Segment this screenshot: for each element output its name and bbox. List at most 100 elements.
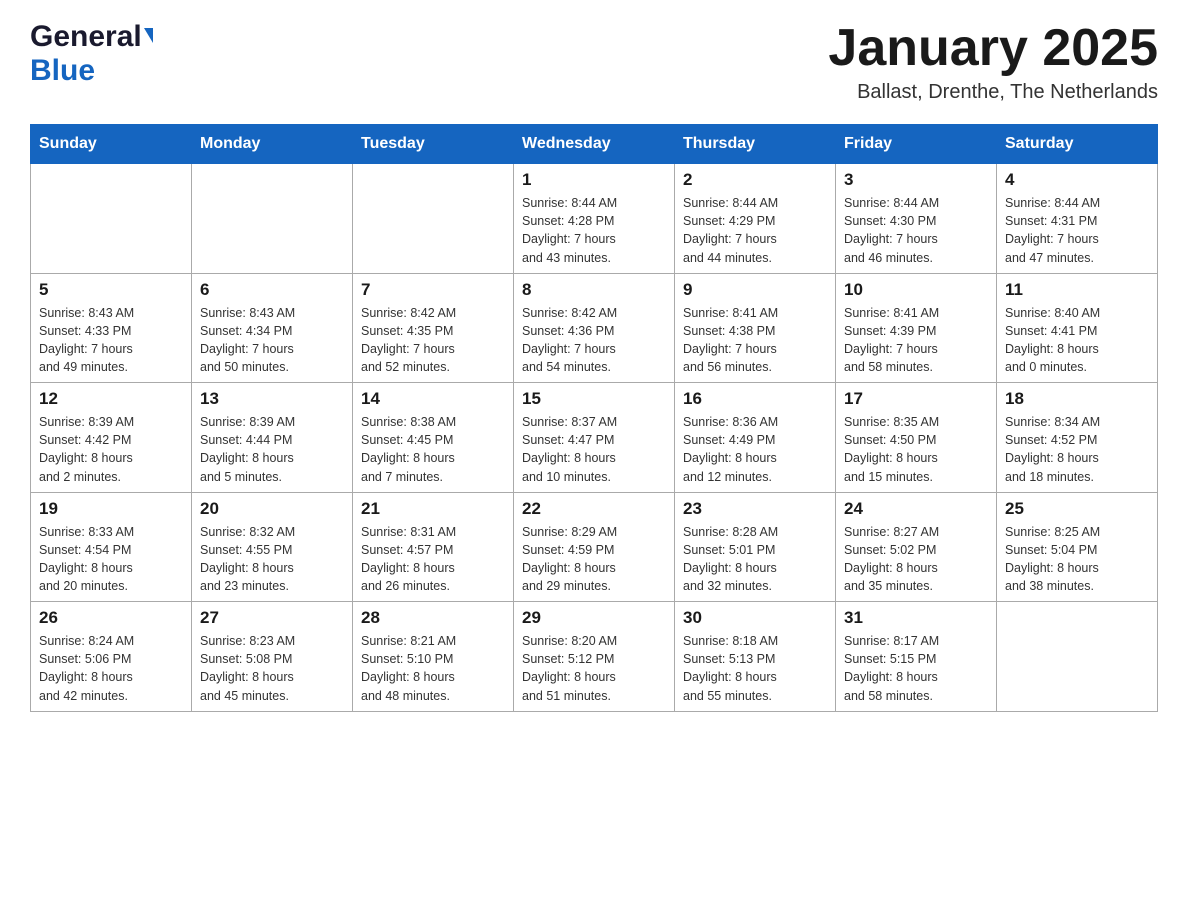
day-number: 31 — [844, 608, 988, 628]
week-row-1: 1 Sunrise: 8:44 AMSunset: 4:28 PMDaylight… — [31, 164, 1158, 274]
day-number: 14 — [361, 389, 505, 409]
day-number: 2 — [683, 170, 827, 190]
day-info: Sunrise: 8:20 AMSunset: 5:12 PMDaylight:… — [522, 632, 666, 705]
calendar-cell: 3 Sunrise: 8:44 AMSunset: 4:30 PMDaylight… — [836, 164, 997, 274]
day-number: 21 — [361, 499, 505, 519]
days-of-week-row: SundayMondayTuesdayWednesdayThursdayFrid… — [31, 125, 1158, 164]
calendar-cell — [31, 164, 192, 274]
day-info: Sunrise: 8:44 AMSunset: 4:28 PMDaylight:… — [522, 194, 666, 267]
day-info: Sunrise: 8:36 AMSunset: 4:49 PMDaylight:… — [683, 413, 827, 486]
day-number: 7 — [361, 280, 505, 300]
day-info: Sunrise: 8:24 AMSunset: 5:06 PMDaylight:… — [39, 632, 183, 705]
page-header: General Blue January 2025 Ballast, Drent… — [30, 20, 1158, 104]
day-number: 11 — [1005, 280, 1149, 300]
calendar-cell: 15 Sunrise: 8:37 AMSunset: 4:47 PMDayligh… — [514, 383, 675, 493]
day-info: Sunrise: 8:41 AMSunset: 4:39 PMDaylight:… — [844, 304, 988, 377]
day-info: Sunrise: 8:44 AMSunset: 4:31 PMDaylight:… — [1005, 194, 1149, 267]
day-number: 12 — [39, 389, 183, 409]
calendar-cell: 17 Sunrise: 8:35 AMSunset: 4:50 PMDayligh… — [836, 383, 997, 493]
day-number: 1 — [522, 170, 666, 190]
calendar-cell: 11Sunrise: 8:40 AMSunset: 4:41 PMDayligh… — [997, 273, 1158, 383]
day-number: 25 — [1005, 499, 1149, 519]
calendar-cell: 12 Sunrise: 8:39 AMSunset: 4:42 PMDayligh… — [31, 383, 192, 493]
day-info: Sunrise: 8:42 AMSunset: 4:36 PMDaylight:… — [522, 304, 666, 377]
day-number: 17 — [844, 389, 988, 409]
day-number: 3 — [844, 170, 988, 190]
calendar-cell: 16 Sunrise: 8:36 AMSunset: 4:49 PMDayligh… — [675, 383, 836, 493]
week-row-5: 26 Sunrise: 8:24 AMSunset: 5:06 PMDayligh… — [31, 602, 1158, 712]
day-info: Sunrise: 8:34 AMSunset: 4:52 PMDaylight:… — [1005, 413, 1149, 486]
day-info: Sunrise: 8:43 AMSunset: 4:33 PMDaylight:… — [39, 304, 183, 377]
day-number: 26 — [39, 608, 183, 628]
calendar-cell: 1 Sunrise: 8:44 AMSunset: 4:28 PMDaylight… — [514, 164, 675, 274]
calendar-cell: 6Sunrise: 8:43 AMSunset: 4:34 PMDaylight… — [192, 273, 353, 383]
week-row-4: 19Sunrise: 8:33 AMSunset: 4:54 PMDayligh… — [31, 492, 1158, 602]
calendar-table: SundayMondayTuesdayWednesdayThursdayFrid… — [30, 124, 1158, 712]
day-info: Sunrise: 8:39 AMSunset: 4:44 PMDaylight:… — [200, 413, 344, 486]
calendar-cell: 19Sunrise: 8:33 AMSunset: 4:54 PMDayligh… — [31, 492, 192, 602]
month-title: January 2025 — [828, 20, 1158, 77]
day-number: 8 — [522, 280, 666, 300]
day-info: Sunrise: 8:38 AMSunset: 4:45 PMDaylight:… — [361, 413, 505, 486]
day-header-tuesday: Tuesday — [353, 125, 514, 164]
calendar-cell: 9Sunrise: 8:41 AMSunset: 4:38 PMDaylight… — [675, 273, 836, 383]
logo-general-text: General — [30, 20, 142, 54]
day-number: 24 — [844, 499, 988, 519]
day-info: Sunrise: 8:27 AMSunset: 5:02 PMDaylight:… — [844, 523, 988, 596]
day-info: Sunrise: 8:44 AMSunset: 4:30 PMDaylight:… — [844, 194, 988, 267]
calendar-body: 1 Sunrise: 8:44 AMSunset: 4:28 PMDaylight… — [31, 164, 1158, 712]
day-number: 22 — [522, 499, 666, 519]
day-header-sunday: Sunday — [31, 125, 192, 164]
day-number: 30 — [683, 608, 827, 628]
logo-blue-text: Blue — [30, 54, 95, 88]
day-number: 23 — [683, 499, 827, 519]
day-info: Sunrise: 8:37 AMSunset: 4:47 PMDaylight:… — [522, 413, 666, 486]
day-info: Sunrise: 8:35 AMSunset: 4:50 PMDaylight:… — [844, 413, 988, 486]
day-number: 16 — [683, 389, 827, 409]
calendar-header: SundayMondayTuesdayWednesdayThursdayFrid… — [31, 125, 1158, 164]
day-header-thursday: Thursday — [675, 125, 836, 164]
day-number: 9 — [683, 280, 827, 300]
day-info: Sunrise: 8:18 AMSunset: 5:13 PMDaylight:… — [683, 632, 827, 705]
logo: General Blue — [30, 20, 153, 88]
calendar-cell: 25Sunrise: 8:25 AMSunset: 5:04 PMDayligh… — [997, 492, 1158, 602]
calendar-cell: 14 Sunrise: 8:38 AMSunset: 4:45 PMDayligh… — [353, 383, 514, 493]
day-info: Sunrise: 8:39 AMSunset: 4:42 PMDaylight:… — [39, 413, 183, 486]
calendar-cell — [353, 164, 514, 274]
title-area: January 2025 Ballast, Drenthe, The Nethe… — [828, 20, 1158, 104]
calendar-cell: 13 Sunrise: 8:39 AMSunset: 4:44 PMDayligh… — [192, 383, 353, 493]
calendar-cell: 24 Sunrise: 8:27 AMSunset: 5:02 PMDayligh… — [836, 492, 997, 602]
calendar-cell — [997, 602, 1158, 712]
calendar-cell: 10 Sunrise: 8:41 AMSunset: 4:39 PMDayligh… — [836, 273, 997, 383]
day-header-monday: Monday — [192, 125, 353, 164]
day-number: 29 — [522, 608, 666, 628]
location-subtitle: Ballast, Drenthe, The Netherlands — [828, 81, 1158, 104]
day-number: 28 — [361, 608, 505, 628]
day-info: Sunrise: 8:17 AMSunset: 5:15 PMDaylight:… — [844, 632, 988, 705]
day-number: 15 — [522, 389, 666, 409]
day-number: 19 — [39, 499, 183, 519]
day-number: 13 — [200, 389, 344, 409]
calendar-cell: 30 Sunrise: 8:18 AMSunset: 5:13 PMDayligh… — [675, 602, 836, 712]
day-info: Sunrise: 8:43 AMSunset: 4:34 PMDaylight:… — [200, 304, 344, 377]
calendar-cell: 22 Sunrise: 8:29 AMSunset: 4:59 PMDayligh… — [514, 492, 675, 602]
calendar-cell: 4 Sunrise: 8:44 AMSunset: 4:31 PMDaylight… — [997, 164, 1158, 274]
day-info: Sunrise: 8:29 AMSunset: 4:59 PMDaylight:… — [522, 523, 666, 596]
logo-arrow-icon — [144, 28, 153, 43]
day-info: Sunrise: 8:21 AMSunset: 5:10 PMDaylight:… — [361, 632, 505, 705]
week-row-3: 12 Sunrise: 8:39 AMSunset: 4:42 PMDayligh… — [31, 383, 1158, 493]
calendar-cell — [192, 164, 353, 274]
calendar-cell: 31 Sunrise: 8:17 AMSunset: 5:15 PMDayligh… — [836, 602, 997, 712]
day-number: 10 — [844, 280, 988, 300]
day-number: 20 — [200, 499, 344, 519]
calendar-cell: 21Sunrise: 8:31 AMSunset: 4:57 PMDayligh… — [353, 492, 514, 602]
day-header-wednesday: Wednesday — [514, 125, 675, 164]
day-number: 4 — [1005, 170, 1149, 190]
calendar-cell: 23Sunrise: 8:28 AMSunset: 5:01 PMDayligh… — [675, 492, 836, 602]
calendar-cell: 26 Sunrise: 8:24 AMSunset: 5:06 PMDayligh… — [31, 602, 192, 712]
calendar-cell: 5 Sunrise: 8:43 AMSunset: 4:33 PMDaylight… — [31, 273, 192, 383]
day-number: 18 — [1005, 389, 1149, 409]
day-number: 5 — [39, 280, 183, 300]
calendar-cell: 2Sunrise: 8:44 AMSunset: 4:29 PMDaylight… — [675, 164, 836, 274]
calendar-cell: 29 Sunrise: 8:20 AMSunset: 5:12 PMDayligh… — [514, 602, 675, 712]
